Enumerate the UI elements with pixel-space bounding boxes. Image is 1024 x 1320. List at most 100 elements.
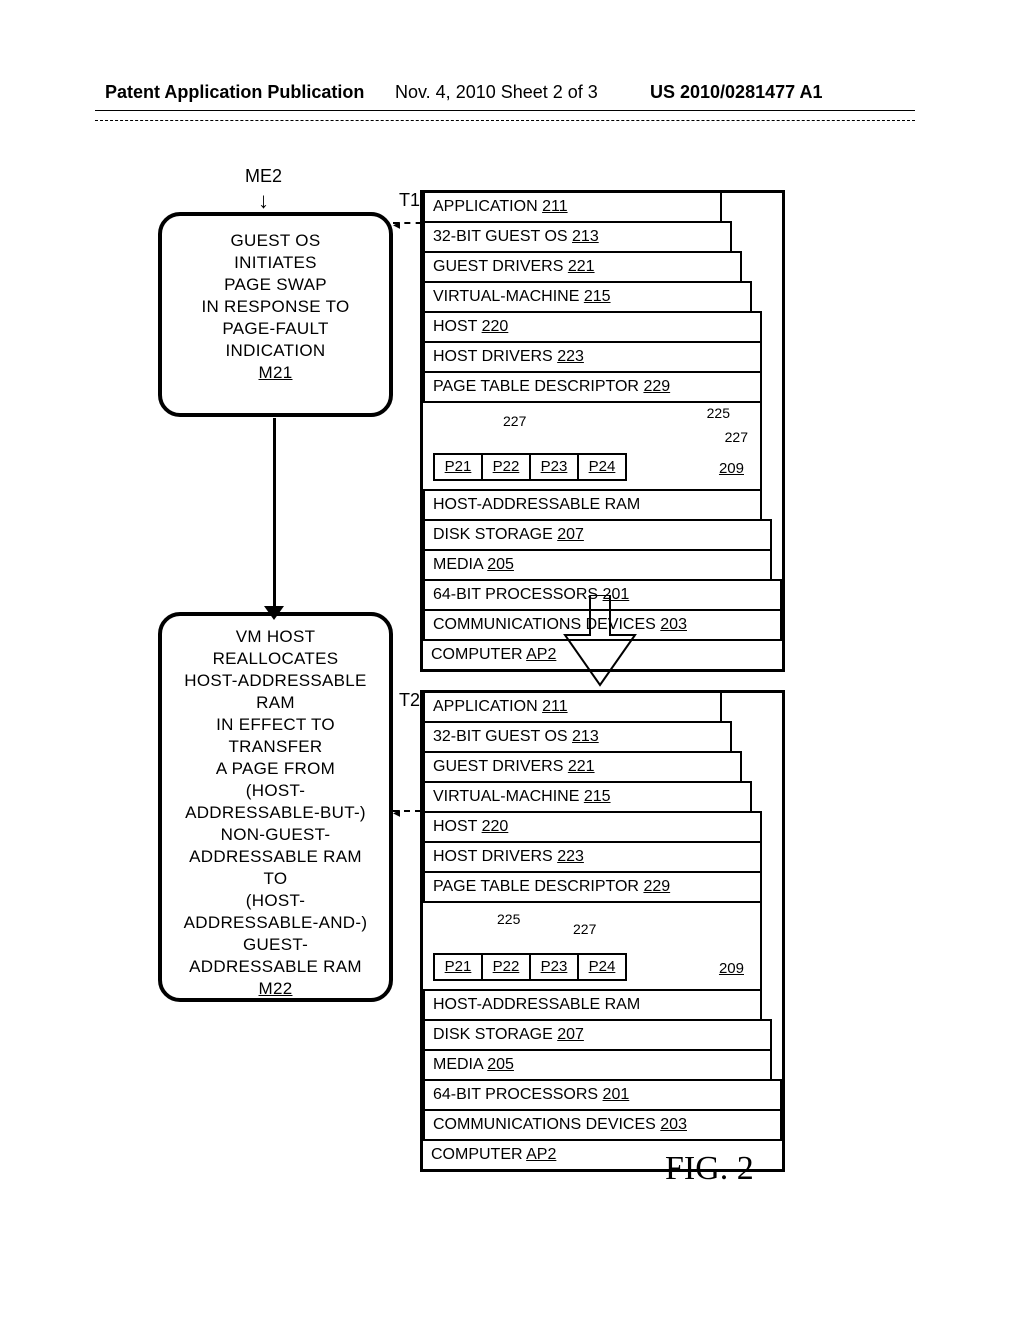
layer-label: GUEST DRIVERS xyxy=(433,758,563,775)
layer-ref: 207 xyxy=(557,526,584,543)
m22-line: ADDRESSABLE RAM xyxy=(162,846,389,868)
m21-line: PAGE SWAP xyxy=(162,274,389,296)
m21-line: IN RESPONSE TO xyxy=(162,296,389,318)
m21-ref: M21 xyxy=(162,362,389,384)
m22-line: VM HOST xyxy=(162,626,389,648)
page-p23: P23 xyxy=(529,453,579,481)
page-p24: P24 xyxy=(577,453,627,481)
ram-ref-209: 209 xyxy=(719,460,744,477)
m21-line: PAGE-FAULT xyxy=(162,318,389,340)
layer-ref: 205 xyxy=(487,1056,514,1073)
layer-label: VIRTUAL-MACHINE xyxy=(433,788,579,805)
header-left: Patent Application Publication xyxy=(105,82,364,103)
page-p22: P22 xyxy=(481,953,531,981)
layer-application: APPLICATION 211 xyxy=(423,191,722,223)
layer-host-drivers: HOST DRIVERS 223 xyxy=(423,841,762,873)
layer-host: HOST 220 xyxy=(423,311,762,343)
layer-virtual-machine: VIRTUAL-MACHINE 215 xyxy=(423,781,752,813)
step-m21-box: GUEST OS INITIATES PAGE SWAP IN RESPONSE… xyxy=(158,212,393,417)
m22-line: REALLOCATES xyxy=(162,648,389,670)
layer-page-table-descriptor: PAGE TABLE DESCRIPTOR 229 xyxy=(423,871,762,903)
patent-figure-page: Patent Application Publication Nov. 4, 2… xyxy=(0,0,1024,1320)
down-arrow-icon: ↓ xyxy=(258,188,269,214)
layer-communications: COMMUNICATIONS DEVICES 203 xyxy=(423,1109,782,1141)
lead-227a: 227 xyxy=(503,413,526,429)
me2-label: ME2 xyxy=(245,166,282,187)
flow-connector xyxy=(273,418,276,612)
layer-ref: AP2 xyxy=(526,1146,556,1163)
ram-pages: P21 P22 P23 P24 xyxy=(433,453,627,481)
layer-ref: 221 xyxy=(568,758,595,775)
ram-ref-209: 209 xyxy=(719,960,744,977)
m22-line: ADDRESSABLE-AND-) xyxy=(162,912,389,934)
page-p21: P21 xyxy=(433,953,483,981)
layer-label: HOST-ADDRESSABLE RAM xyxy=(433,996,640,1013)
host-addressable-ram-area: 227 225 227 P21 P22 P23 P24 209 xyxy=(421,401,762,491)
lead-225: 225 xyxy=(497,911,520,927)
layer-label: HOST xyxy=(433,818,477,835)
m22-line: ADDRESSABLE RAM xyxy=(162,956,389,978)
left-arrowhead-icon: ◂ xyxy=(393,216,400,233)
layer-guest-drivers: GUEST DRIVERS 221 xyxy=(423,251,742,283)
header-middle: Nov. 4, 2010 Sheet 2 of 3 xyxy=(395,82,598,103)
transition-arrow-icon xyxy=(545,595,655,690)
m22-line: GUEST- xyxy=(162,934,389,956)
layer-label: APPLICATION xyxy=(433,698,538,715)
layer-host-drivers: HOST DRIVERS 223 xyxy=(423,341,762,373)
ram-caption: HOST-ADDRESSABLE RAM xyxy=(423,489,762,521)
layer-ref: 223 xyxy=(557,848,584,865)
layer-ref: 205 xyxy=(487,556,514,573)
layer-label: MEDIA xyxy=(433,1056,483,1073)
m22-line: IN EFFECT TO xyxy=(162,714,389,736)
ram-pages: P21 P22 P23 P24 xyxy=(433,953,627,981)
host-addressable-ram-area: 225 227 P21 P22 P23 P24 209 xyxy=(421,901,762,991)
layer-disk-storage: DISK STORAGE 207 xyxy=(423,519,772,551)
layer-ref: 211 xyxy=(542,198,568,215)
m22-line: (HOST- xyxy=(162,890,389,912)
layer-label: DISK STORAGE xyxy=(433,1026,553,1043)
time-t1-label: T1 xyxy=(399,190,420,211)
layer-page-table-descriptor: PAGE TABLE DESCRIPTOR 229 xyxy=(423,371,762,403)
m22-line: (HOST- xyxy=(162,780,389,802)
layer-guest-drivers: GUEST DRIVERS 221 xyxy=(423,751,742,783)
layer-ref: 203 xyxy=(660,1116,687,1133)
layer-ref: 207 xyxy=(557,1026,584,1043)
page-p23: P23 xyxy=(529,953,579,981)
page-p22: P22 xyxy=(481,453,531,481)
ram-caption: HOST-ADDRESSABLE RAM xyxy=(423,989,762,1021)
layer-ref: 223 xyxy=(557,348,584,365)
figure-caption: FIG. 2 xyxy=(665,1150,754,1188)
layer-guest-os: 32-BIT GUEST OS 213 xyxy=(423,221,732,253)
layer-label: HOST xyxy=(433,318,477,335)
layer-media: MEDIA 205 xyxy=(423,549,772,581)
m22-line: TO xyxy=(162,868,389,890)
layer-ref: 211 xyxy=(542,698,568,715)
layer-label: MEDIA xyxy=(433,556,483,573)
step-m22-box: VM HOST REALLOCATES HOST-ADDRESSABLE RAM… xyxy=(158,612,393,1002)
layer-virtual-machine: VIRTUAL-MACHINE 215 xyxy=(423,281,752,313)
page-p21: P21 xyxy=(433,453,483,481)
m21-line: INITIATES xyxy=(162,252,389,274)
layer-ref: 229 xyxy=(643,378,670,395)
layer-ref: 203 xyxy=(660,616,687,633)
layer-label: PAGE TABLE DESCRIPTOR xyxy=(433,378,639,395)
layer-disk-storage: DISK STORAGE 207 xyxy=(423,1019,772,1051)
lead-225: 225 xyxy=(707,405,730,421)
layer-ref: 220 xyxy=(482,818,509,835)
layer-label: COMMUNICATIONS DEVICES xyxy=(433,1116,656,1133)
layer-application: APPLICATION 211 xyxy=(423,691,722,723)
layer-label: APPLICATION xyxy=(433,198,538,215)
layer-label: 32-BIT GUEST OS xyxy=(433,728,568,745)
lead-227b: 227 xyxy=(725,429,748,445)
time-t2-label: T2 xyxy=(399,690,420,711)
m22-line: HOST-ADDRESSABLE xyxy=(162,670,389,692)
layer-label: GUEST DRIVERS xyxy=(433,258,563,275)
header-right: US 2010/0281477 A1 xyxy=(650,82,822,103)
layer-ref: 215 xyxy=(584,788,611,805)
layer-guest-os: 32-BIT GUEST OS 213 xyxy=(423,721,732,753)
layer-label: DISK STORAGE xyxy=(433,526,553,543)
layer-label: HOST-ADDRESSABLE RAM xyxy=(433,496,640,513)
layer-label: HOST DRIVERS xyxy=(433,848,553,865)
lead-227: 227 xyxy=(573,921,596,937)
layer-label: COMPUTER xyxy=(431,646,523,663)
